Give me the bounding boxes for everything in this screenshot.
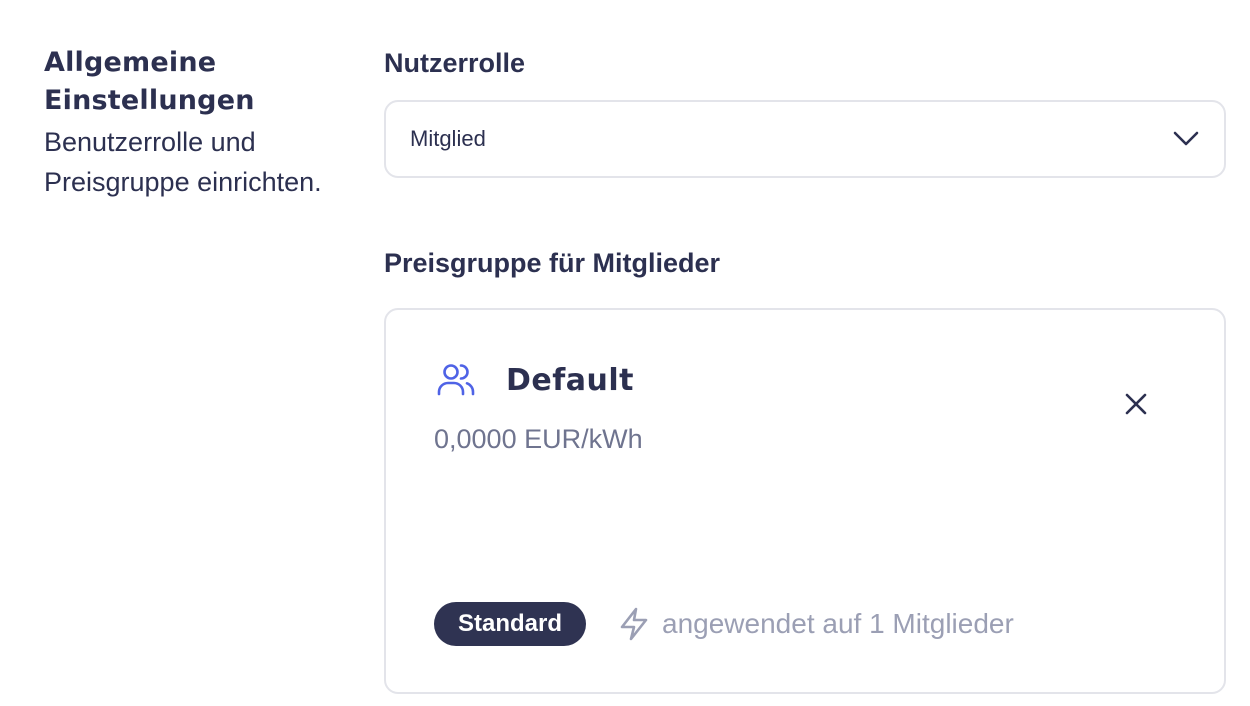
close-icon[interactable] [1122, 390, 1150, 418]
price-group-price: 0,0000 EUR/kWh [434, 424, 643, 454]
chevron-down-icon[interactable] [1172, 125, 1200, 153]
price-group-header: Default [436, 360, 634, 400]
users-icon [437, 364, 475, 396]
price-group-card: Default 0,0000 EUR/kWh Standard angewend… [384, 308, 1226, 694]
section-description: Benutzerrolle und Preisgruppe einrichten… [44, 127, 322, 197]
user-role-selected-value: Mitglied [410, 126, 486, 151]
price-group-name: Default [506, 362, 635, 398]
user-role-label: Nutzerrolle [384, 48, 526, 78]
standard-badge: Standard [434, 602, 587, 646]
section-title: Allgemeine Einstellungen [44, 47, 255, 116]
bolt-icon [620, 607, 648, 641]
price-group-label: Preisgruppe für Mitglieder [384, 248, 721, 278]
general-settings-section: Allgemeine Einstellungen Benutzerrolle u… [44, 44, 354, 202]
applied-members-text: angewendet auf 1 Mitglieder [662, 608, 1014, 639]
price-group-footer: Standard angewendet auf 1 Mitglieder [434, 602, 1014, 646]
user-role-select[interactable]: Mitglied [384, 100, 1226, 178]
